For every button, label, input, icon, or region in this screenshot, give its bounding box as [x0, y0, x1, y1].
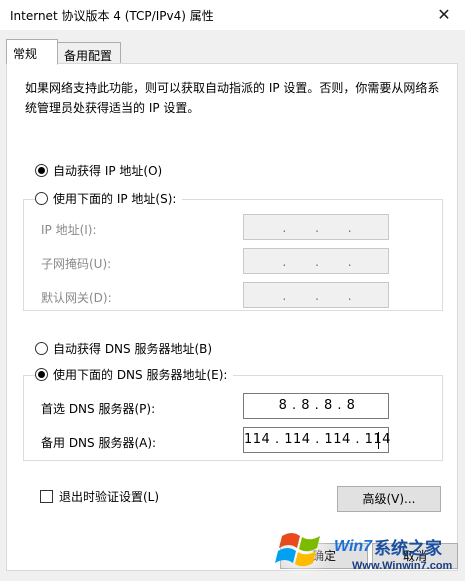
alternate-dns-label: 备用 DNS 服务器(A):: [41, 436, 157, 450]
manual-dns-radio[interactable]: 使用下面的 DNS 服务器地址(E):: [35, 366, 234, 383]
watermark-logo: Win7 系统之家 Www.Winwin7.com: [272, 518, 465, 581]
ip-address-input[interactable]: ...: [243, 214, 389, 240]
checkbox-box: [40, 490, 53, 503]
tab-general[interactable]: 常规: [6, 39, 58, 65]
manual-dns-label: 使用下面的 DNS 服务器地址(E):: [53, 368, 228, 382]
auto-ip-label: 自动获得 IP 地址(O): [53, 164, 163, 178]
text-cursor: [378, 432, 379, 449]
manual-dns-group: 首选 DNS 服务器(P): 8 . 8 . 8 . 8 备用 DNS 服务器(…: [23, 375, 443, 461]
gateway-label: 默认网关(D):: [41, 291, 112, 305]
manual-ip-group: IP 地址(I): ... 子网掩码(U): ... 默认网关(D): ...: [23, 199, 443, 311]
description-text: 如果网络支持此功能，则可以获取自动指派的 IP 设置。否则，你需要从网络系统管理…: [25, 81, 440, 115]
radio-indicator: [35, 368, 48, 381]
alternate-dns-input[interactable]: 114 . 114 . 114 . 114: [243, 427, 391, 453]
close-icon[interactable]: ✕: [431, 3, 457, 27]
watermark-url: Www.Winwin7.com: [352, 560, 453, 572]
radio-indicator: [35, 164, 48, 177]
auto-ip-radio[interactable]: 自动获得 IP 地址(O): [35, 162, 162, 179]
gateway-separators: ...: [282, 289, 352, 303]
tab-alternate-config[interactable]: 备用配置: [58, 42, 121, 64]
subnet-mask-input[interactable]: ...: [243, 248, 389, 274]
ip-address-separators: ...: [282, 221, 352, 235]
gateway-input[interactable]: ...: [243, 282, 389, 308]
validate-on-exit-label: 退出时验证设置(L): [59, 490, 160, 504]
auto-dns-label: 自动获得 DNS 服务器地址(B): [53, 342, 213, 356]
auto-dns-radio[interactable]: 自动获得 DNS 服务器地址(B): [35, 340, 212, 357]
radio-indicator: [35, 342, 48, 355]
watermark-cn: 系统之家: [374, 539, 442, 559]
title-bar: Internet 协议版本 4 (TCP/IPv4) 属性 ✕: [0, 0, 465, 30]
general-panel: 如果网络支持此功能，则可以获取自动指派的 IP 设置。否则，你需要从网络系统管理…: [6, 63, 458, 571]
ip-address-label: IP 地址(I):: [41, 223, 97, 237]
window-title: Internet 协议版本 4 (TCP/IPv4) 属性: [10, 9, 214, 23]
validate-on-exit-checkbox[interactable]: 退出时验证设置(L): [40, 488, 159, 505]
manual-ip-radio[interactable]: 使用下面的 IP 地址(S):: [35, 190, 183, 207]
radio-indicator: [35, 192, 48, 205]
tab-strip: 常规 备用配置: [6, 39, 465, 65]
preferred-dns-input[interactable]: 8 . 8 . 8 . 8: [243, 393, 389, 419]
watermark-brand: Win7: [334, 538, 373, 555]
preferred-dns-label: 首选 DNS 服务器(P):: [41, 402, 156, 416]
alternate-dns-value: 114 . 114 . 114 . 114: [244, 432, 391, 447]
advanced-button[interactable]: 高级(V)...: [337, 486, 441, 512]
preferred-dns-value: 8 . 8 . 8 . 8: [278, 398, 356, 413]
manual-ip-label: 使用下面的 IP 地址(S):: [53, 192, 177, 206]
subnet-mask-separators: ...: [282, 255, 352, 269]
subnet-mask-label: 子网掩码(U):: [41, 257, 112, 271]
